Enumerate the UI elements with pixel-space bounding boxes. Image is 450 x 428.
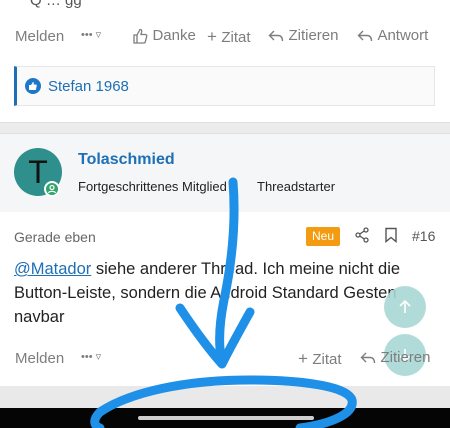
post-actions-bar: Melden ••• ▿ Danke + Zitat Zitieren Antw…: [0, 22, 450, 52]
reply-icon: [357, 30, 373, 41]
username-link[interactable]: Tolaschmied: [78, 151, 175, 169]
quote-button[interactable]: Zitieren: [268, 27, 338, 45]
chevron-down-icon: ▿: [95, 29, 102, 41]
post-timestamp[interactable]: Gerade eben: [14, 229, 96, 245]
thanks-button[interactable]: Danke: [132, 27, 196, 45]
cut-off-row: Q … gg: [0, 0, 450, 14]
reply-arrow-icon: [268, 30, 284, 41]
thumbs-up-icon: [133, 28, 148, 44]
post-number-link[interactable]: #16: [412, 228, 435, 244]
more-dots-2: •••: [81, 351, 93, 363]
thread-starter-label: Threadstarter: [257, 179, 336, 194]
report-button[interactable]: Melden: [15, 28, 64, 45]
reaction-user-link[interactable]: Stefan 1968: [48, 78, 129, 95]
quote-label: Zitieren: [288, 27, 339, 44]
reply-arrow-icon: [360, 352, 376, 363]
online-status-icon: [44, 181, 60, 197]
plus-icon: +: [298, 349, 308, 368]
add-quote-label: Zitat: [221, 29, 251, 46]
quote-label-2: Zitieren: [380, 349, 431, 366]
mention-link[interactable]: @Matador: [14, 260, 91, 278]
post-header: [0, 134, 450, 212]
like-reaction-icon: [25, 78, 41, 94]
thanks-label: Danke: [152, 27, 196, 44]
quote-button-2[interactable]: Zitieren: [360, 349, 430, 367]
report-button-2[interactable]: Melden: [15, 350, 64, 367]
scroll-up-button[interactable]: [384, 286, 426, 328]
plus-icon: +: [207, 27, 217, 46]
more-dots: •••: [81, 29, 93, 41]
arrow-up-icon: [399, 299, 411, 313]
reactions-bar[interactable]: Stefan 1968: [14, 66, 435, 106]
post-actions-bar-2: Melden ••• ▿ + Zitat Zitieren: [0, 344, 450, 374]
user-title: Fortgeschrittenes Mitglied: [78, 179, 227, 194]
share-icon[interactable]: [354, 227, 370, 248]
more-options-button-2[interactable]: ••• ▿: [81, 350, 101, 363]
reply-button[interactable]: Antwort: [357, 27, 428, 45]
add-quote-label-2: Zitat: [312, 351, 342, 368]
new-badge: Neu: [306, 227, 340, 246]
post-content: @Matador siehe anderer Thread. Ich meine…: [14, 257, 404, 329]
cut-off-text: Q … gg: [30, 0, 82, 9]
bookmark-icon[interactable]: [384, 227, 398, 248]
reply-label: Antwort: [377, 27, 429, 44]
gesture-handle[interactable]: [138, 416, 314, 420]
bottom-separator: [0, 386, 450, 408]
add-quote-button[interactable]: + Zitat: [207, 27, 251, 47]
chevron-down-icon: ▿: [95, 351, 102, 363]
more-options-button[interactable]: ••• ▿: [81, 28, 101, 41]
post-separator: [0, 122, 450, 134]
add-quote-button-2[interactable]: + Zitat: [298, 349, 342, 369]
